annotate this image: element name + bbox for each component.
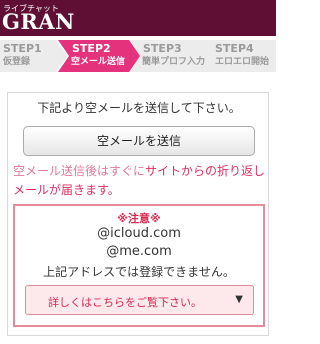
step-1-label: 仮登録 [3,57,31,67]
instruction-text: 下記より空メールを送信して下さい。 [37,101,241,115]
reply-notice-highlight: サイトからの折り返 [145,164,254,178]
details-toggle-button[interactable]: 詳しくはこちらをご覧下さい。 ▼ [25,285,254,315]
step-2-number: STEP2 [72,42,111,55]
step-4-number: STEP4 [215,42,254,55]
step-3-number: STEP3 [143,42,182,55]
step-4: STEP4 エロエロ開始 [200,40,276,72]
step-2-label: 空メール送信 [71,57,126,67]
warning-title: ※注意※ [117,212,161,225]
reply-notice-prefix: 空メール送信後はすぐに [13,164,146,178]
warning-box: ※注意※ @icloud.com @me.com 上記アドレスでは登録できません… [13,204,265,327]
send-empty-mail-button[interactable]: 空メールを送信 [23,126,255,156]
warning-message: 上記アドレスでは登録できません。 [43,265,235,279]
step-3-label: 簡単プロフ入力 [142,57,206,67]
step-progress: STEP1 仮登録 STEP2 空メール送信 STEP3 簡単プロフ入力 STE… [0,40,276,72]
caret-down-icon: ▼ [235,294,243,305]
site-header: ライブチャット GRAN [0,0,276,36]
step-1-number: STEP1 [3,42,42,55]
details-toggle-label: 詳しくはこちらをご覧下さい。 [48,296,202,309]
blocked-domain-me: @me.com [106,244,172,259]
registration-panel: 下記より空メールを送信して下さい。 空メールを送信 空メール送信後はすぐにサイト… [7,92,269,336]
site-logo[interactable]: GRAN [2,11,75,33]
blocked-domain-icloud: @icloud.com [97,226,181,241]
step-4-label: エロエロ開始 [215,57,270,67]
reply-notice: 空メール送信後はすぐにサイトからの折り返しメールが届きます。 [13,162,267,200]
